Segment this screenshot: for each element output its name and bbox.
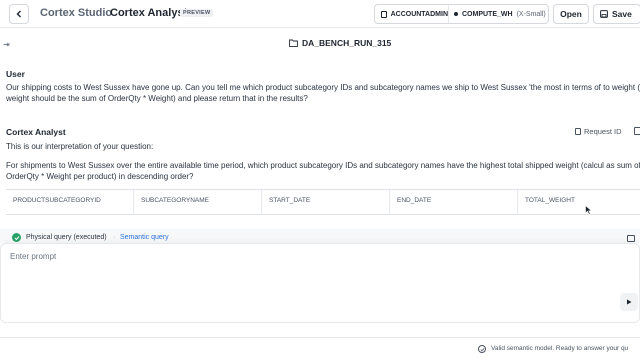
expand-icon[interactable]	[627, 235, 635, 242]
physical-query-tab[interactable]: Physical query (executed)	[26, 234, 107, 241]
check-icon	[478, 345, 486, 353]
request-id-button[interactable]: Request ID	[575, 127, 622, 136]
status-text: Valid semantic model. Ready to answer yo…	[491, 345, 629, 352]
user-message: Our shipping costs to West Sussex have g…	[6, 83, 640, 103]
warehouse-selector[interactable]: COMPUTE_WH (X-Small)	[449, 11, 546, 18]
file-title-text: DA_BENCH_RUN_315	[302, 38, 392, 48]
preview-badge: PREVIEW	[180, 9, 214, 17]
check-circle-icon	[12, 233, 21, 242]
column-header[interactable]: PRODUCTSUBCATEGORYID	[6, 190, 134, 214]
column-header[interactable]: SUBCATEGORYNAME	[134, 190, 262, 214]
prompt-input[interactable]	[10, 252, 570, 261]
send-button[interactable]	[620, 293, 638, 311]
back-button[interactable]	[9, 4, 29, 24]
breadcrumb-studio[interactable]: Cortex Studio	[40, 7, 112, 19]
open-button[interactable]: Open	[553, 4, 589, 24]
save-button[interactable]: Save	[593, 4, 640, 24]
column-header[interactable]: TOTAL_WEIGHT	[518, 190, 640, 214]
semantic-query-tab[interactable]: Semantic query	[120, 234, 169, 241]
query-tab-separator: ·	[113, 234, 116, 241]
page-title: Cortex Analyst	[110, 7, 188, 19]
warehouse-label: COMPUTE_WH	[462, 10, 513, 18]
collapse-panel-icon[interactable]: ⇥	[3, 40, 10, 49]
role-selector[interactable]: ACCOUNTADMIN	[375, 5, 449, 23]
mouse-cursor-icon	[585, 205, 593, 215]
column-header[interactable]: START_DATE	[262, 190, 390, 214]
interpretation-question: For shipments to West Sussex over the en…	[6, 161, 640, 181]
chevron-left-icon	[16, 10, 21, 18]
result-table: PRODUCTSUBCATEGORYID SUBCATEGORYNAME STA…	[6, 189, 640, 215]
interpretation-intro: This is our interpretation of your quest…	[6, 142, 154, 151]
save-label: Save	[612, 9, 632, 19]
user-label: User	[6, 69, 25, 79]
request-id-label: Request ID	[584, 127, 622, 136]
copy-icon	[575, 128, 581, 135]
column-header[interactable]: END_DATE	[390, 190, 518, 214]
role-icon	[381, 10, 387, 18]
role-label: ACCOUNTADMIN	[390, 10, 448, 18]
folder-icon	[289, 39, 298, 47]
send-icon	[627, 299, 632, 305]
warehouse-size: (X-Small)	[516, 10, 546, 18]
warehouse-dot-icon	[454, 12, 458, 16]
file-title: DA_BENCH_RUN_315	[289, 38, 391, 48]
context-selector[interactable]: ACCOUNTADMIN COMPUTE_WH (X-Small)	[374, 4, 549, 24]
feedback-icon[interactable]	[634, 127, 640, 135]
analyst-label: Cortex Analyst	[6, 127, 66, 137]
save-icon	[600, 10, 608, 18]
